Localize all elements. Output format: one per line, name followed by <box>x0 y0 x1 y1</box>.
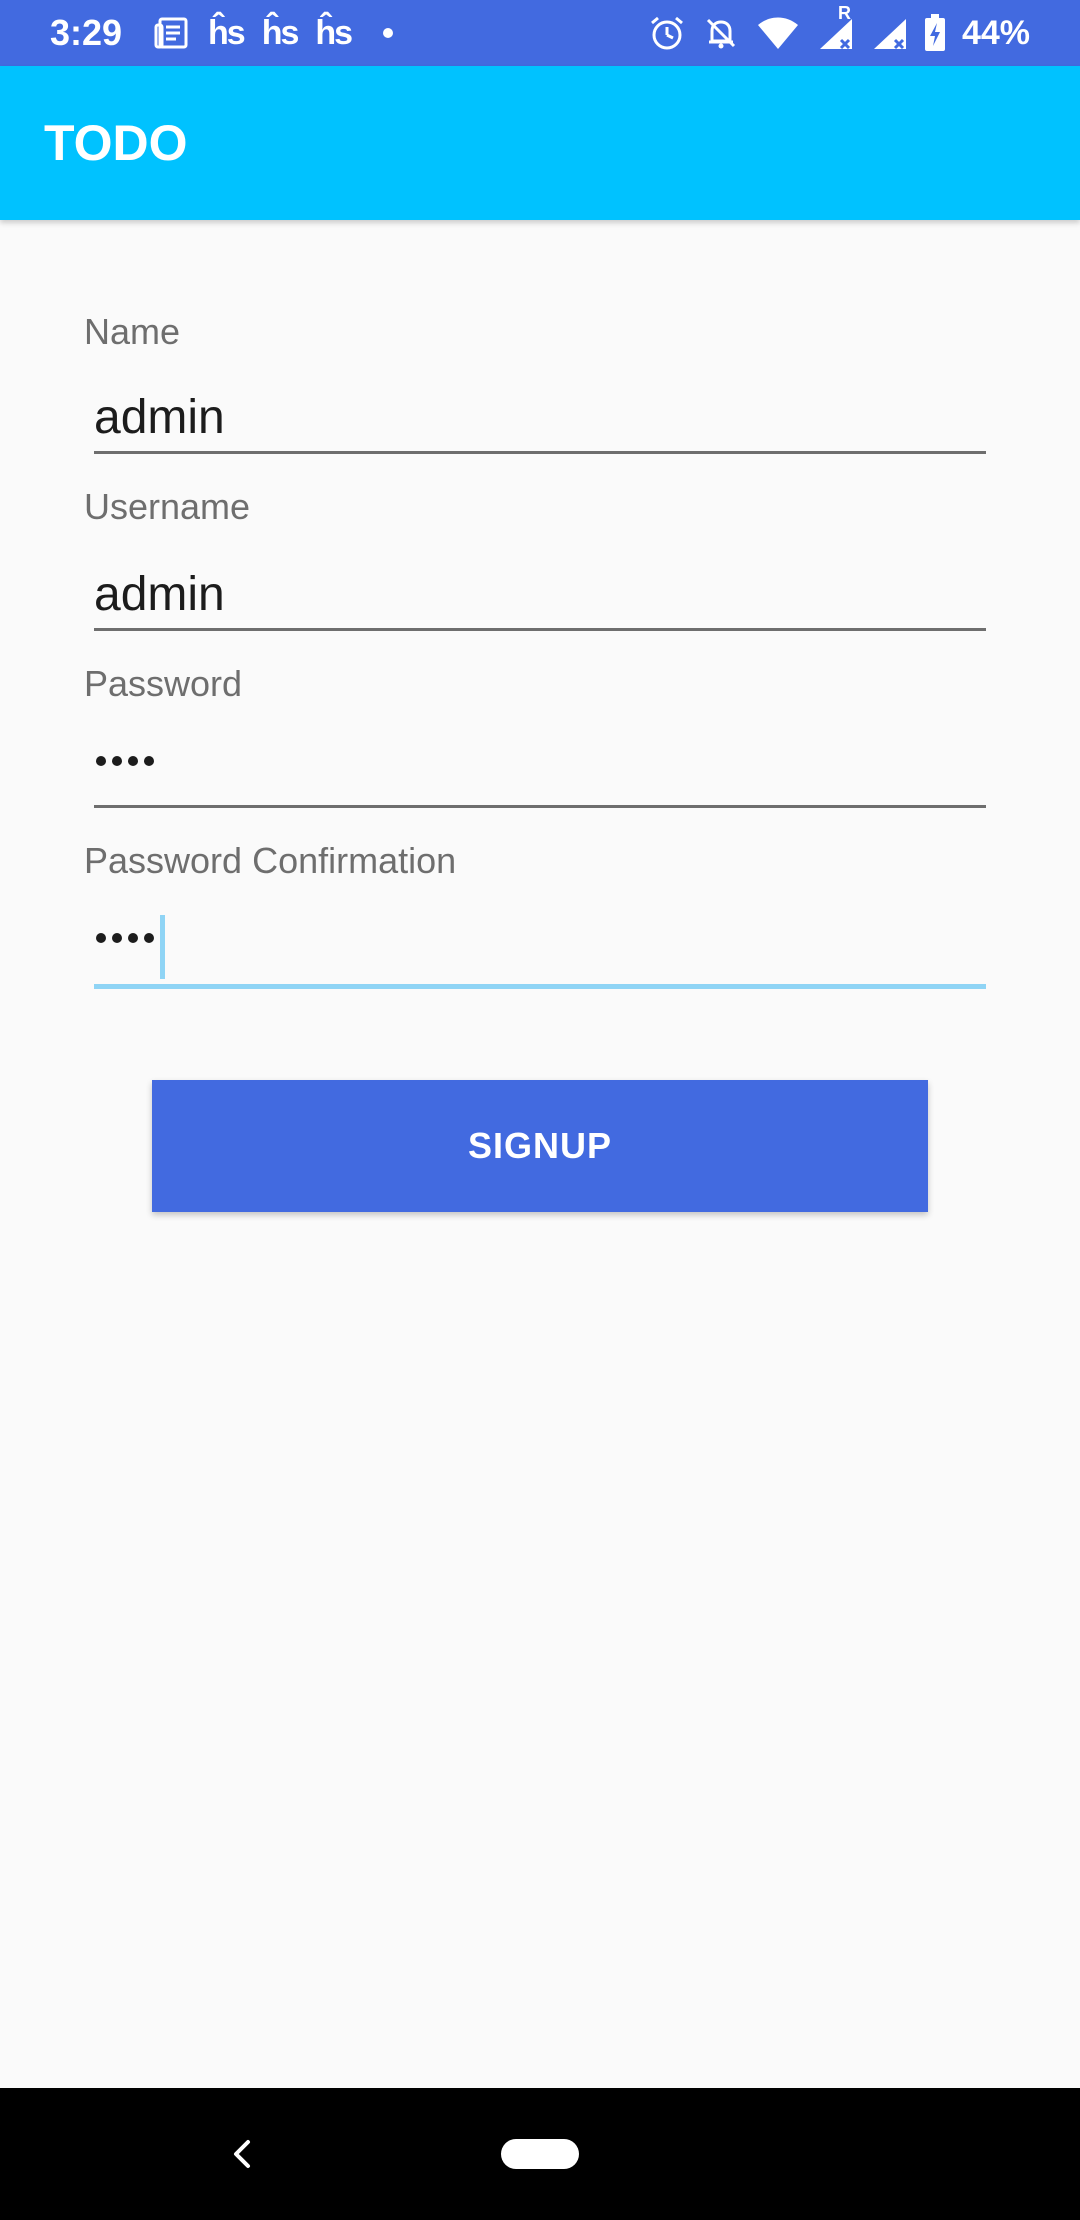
password-confirmation-masked-value <box>96 933 154 943</box>
hs-icon: ĥs <box>208 14 246 52</box>
status-time: 3:29 <box>50 12 123 53</box>
navigation-bar <box>0 2088 1080 2220</box>
password-confirmation-dot <box>144 933 154 943</box>
password-dot <box>96 756 106 766</box>
signup-button[interactable]: SIGNUP <box>152 1080 928 1212</box>
name-value: admin <box>94 391 225 444</box>
password-masked-value <box>96 756 154 766</box>
text-cursor <box>160 915 165 979</box>
username-label: Username <box>84 486 251 527</box>
battery-charging-icon <box>924 14 946 52</box>
password-confirmation-label: Password Confirmation <box>84 840 457 881</box>
app-title: TODO <box>44 115 188 171</box>
back-icon[interactable] <box>222 2134 262 2174</box>
hs-icon: ĥs <box>261 14 300 52</box>
password-confirmation-dot <box>128 933 138 943</box>
signal-icon <box>870 15 908 51</box>
username-value: admin <box>94 568 225 621</box>
app-bar: TODO <box>0 66 1080 220</box>
status-bar: 3:29 ĥs ĥs ĥs R 44% <box>0 0 1080 66</box>
password-confirmation-dot <box>96 933 106 943</box>
password-confirmation-input[interactable] <box>94 915 986 989</box>
password-dot <box>112 756 122 766</box>
password-dot <box>144 756 154 766</box>
dot-icon <box>383 28 394 38</box>
password-label: Password <box>84 663 243 704</box>
password-confirmation-dot <box>112 933 122 943</box>
news-icon <box>154 15 190 51</box>
password-dot <box>128 756 138 766</box>
status-icons-left: ĥs ĥs ĥs <box>154 12 394 54</box>
signal-roaming-label: R <box>837 3 851 23</box>
battery-percent: 44% <box>961 14 1030 52</box>
home-pill-icon[interactable] <box>501 2139 579 2169</box>
status-icons-right: R 44% <box>648 3 1030 54</box>
signal-r-icon: R <box>816 3 854 51</box>
name-input[interactable]: admin <box>94 384 986 454</box>
bell-off-icon <box>702 14 740 52</box>
hs-icon: ĥs <box>315 14 353 52</box>
name-label: Name <box>84 311 181 352</box>
username-input[interactable]: admin <box>94 561 986 631</box>
password-input[interactable] <box>94 738 986 808</box>
alarm-icon <box>648 14 686 52</box>
wifi-icon <box>756 15 800 51</box>
